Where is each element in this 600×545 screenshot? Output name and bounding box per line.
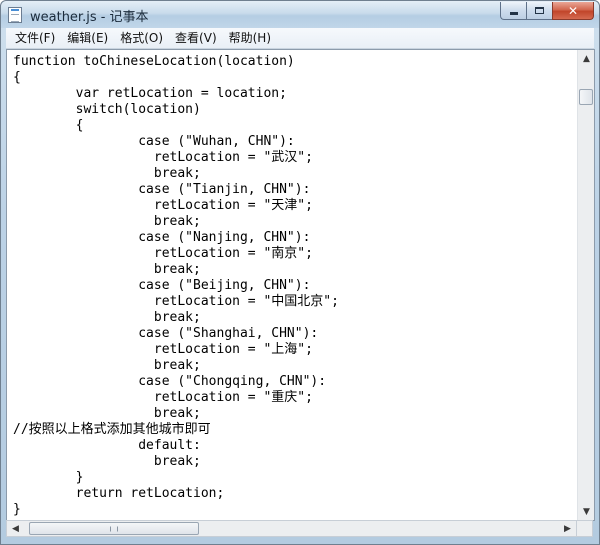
code-line: retLocation = "上海"; [13, 342, 313, 357]
code-line: break; [13, 454, 201, 469]
arrow-right-icon[interactable]: ▶ [559, 521, 576, 536]
horizontal-scrollbar[interactable]: ◀ ▶ [6, 520, 577, 537]
code-line: function toChineseLocation(location) [13, 54, 295, 69]
code-line: case ("Tianjin, CHN"): [13, 182, 311, 197]
maximize-button[interactable] [526, 2, 552, 20]
size-grip[interactable] [576, 520, 593, 537]
code-line: retLocation = "天津"; [13, 198, 313, 213]
horizontal-scroll-thumb[interactable] [29, 522, 199, 535]
notepad-window: weather.js - 记事本 ✕ 文件(F) 编辑(E) 格式(O) 查看(… [0, 0, 600, 545]
arrow-up-icon[interactable]: ▲ [578, 50, 595, 67]
notepad-app-icon[interactable] [8, 7, 22, 23]
code-line: break; [13, 262, 201, 277]
arrow-left-icon[interactable]: ◀ [7, 521, 24, 536]
close-button[interactable]: ✕ [552, 2, 594, 20]
code-line: retLocation = "南京"; [13, 246, 313, 261]
code-line: break; [13, 358, 201, 373]
code-line: retLocation = "重庆"; [13, 390, 313, 405]
code-line: break; [13, 166, 201, 181]
code-line: } [13, 470, 84, 485]
minimize-button[interactable] [500, 2, 526, 20]
window-title: weather.js - 记事本 [30, 10, 149, 25]
vertical-scroll-thumb[interactable] [579, 89, 593, 105]
text-editor[interactable]: function toChineseLocation(location){ va… [7, 50, 578, 520]
code-line: switch(location) [13, 102, 201, 117]
code-line: { [13, 70, 21, 85]
code-line: break; [13, 406, 201, 421]
code-line: case ("Wuhan, CHN"): [13, 134, 295, 149]
code-line: break; [13, 310, 201, 325]
menu-file[interactable]: 文件(F) [6, 28, 61, 49]
vertical-scrollbar[interactable]: ▲ ▼ [577, 50, 594, 520]
menu-edit[interactable]: 编辑(E) [61, 28, 114, 49]
menu-format[interactable]: 格式(O) [114, 28, 169, 49]
code-line: { [13, 118, 84, 133]
code-line: return retLocation; [13, 486, 225, 501]
code-line: case ("Beijing, CHN"): [13, 278, 311, 293]
code-line: default: [13, 438, 201, 453]
maximize-icon [535, 7, 544, 14]
close-icon: ✕ [567, 3, 579, 18]
code-line: case ("Nanjing, CHN"): [13, 230, 311, 245]
window-controls: ✕ [500, 2, 594, 21]
menu-view[interactable]: 查看(V) [169, 28, 223, 49]
editor-frame: function toChineseLocation(location){ va… [6, 49, 595, 521]
code-line: retLocation = "武汉"; [13, 150, 313, 165]
grip-icon [110, 526, 118, 531]
code-line: case ("Shanghai, CHN"): [13, 326, 319, 341]
menu-bar: 文件(F) 编辑(E) 格式(O) 查看(V) 帮助(H) [6, 28, 594, 49]
minimize-icon [509, 12, 518, 15]
menu-help[interactable]: 帮助(H) [223, 28, 277, 49]
code-line: var retLocation = location; [13, 86, 287, 101]
code-line: } [13, 502, 21, 517]
code-line: break; [13, 214, 201, 229]
code-line: retLocation = "中国北京"; [13, 294, 339, 309]
title-bar[interactable]: weather.js - 记事本 ✕ [1, 1, 599, 28]
arrow-down-icon[interactable]: ▼ [578, 503, 595, 520]
code-line: case ("Chongqing, CHN"): [13, 374, 327, 389]
code-line: //按照以上格式添加其他城市即可 [13, 422, 211, 437]
